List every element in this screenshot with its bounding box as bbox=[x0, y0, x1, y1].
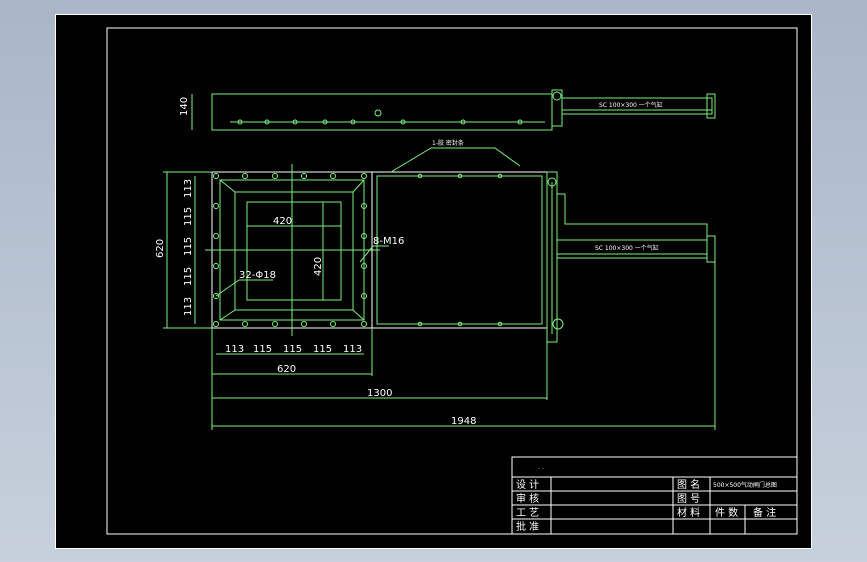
body-length-dim: 1300 bbox=[367, 388, 392, 399]
designer-label: 设 计 bbox=[516, 478, 539, 491]
material-label: 材 料 bbox=[677, 506, 700, 519]
quantity-label: 件 数 bbox=[715, 506, 738, 519]
bottom-pitch-4: 115 bbox=[313, 344, 332, 355]
bolt-holes-label: 8-M16 bbox=[373, 236, 404, 247]
inner-width-dim: 420 bbox=[273, 216, 292, 227]
drawing-no-label: 图 号 bbox=[677, 493, 700, 505]
flange-hole bbox=[361, 173, 367, 179]
left-pitch-4: 115 bbox=[183, 267, 194, 286]
flange-holes-label: 32-Φ18 bbox=[239, 270, 276, 281]
drawing-sheet[interactable]: SC 100×300 一个气缸 140 1-胶 密封条 SC 100×300 一… bbox=[55, 14, 812, 549]
seal-leader bbox=[390, 147, 521, 173]
flange-hole bbox=[272, 321, 278, 327]
drawing-name-label: 图 名 bbox=[677, 478, 700, 491]
bottom-pitch-3: 115 bbox=[283, 344, 302, 355]
overall-height-dim: 620 bbox=[155, 239, 166, 258]
bevel bbox=[219, 309, 236, 321]
gate-body bbox=[371, 171, 548, 329]
opening-inner bbox=[246, 201, 342, 301]
reviewer-label: 审 核 bbox=[516, 492, 539, 505]
flange-hole bbox=[213, 203, 219, 209]
flange-hole-leader bbox=[215, 279, 240, 297]
flange-hole bbox=[301, 321, 307, 327]
m16-leader bbox=[359, 245, 374, 263]
flange-hole bbox=[213, 321, 219, 327]
left-pitch-5: 113 bbox=[183, 297, 194, 316]
air-line bbox=[557, 193, 708, 238]
bottom-pitch-1: 113 bbox=[225, 344, 244, 355]
title-block-header-mark: · · bbox=[538, 466, 544, 473]
opening-outer bbox=[234, 191, 354, 311]
title-block: · · 设 计 审 核 工 艺 批 准 图 名 500×500气动闸门总图 图 … bbox=[511, 456, 798, 535]
approver-label: 批 准 bbox=[516, 520, 539, 533]
top-view: SC 100×300 一个气缸 140 bbox=[179, 89, 716, 131]
flange-hole bbox=[242, 321, 248, 327]
seal-note: 1-胶 密封条 bbox=[432, 139, 464, 147]
left-pitch-3: 115 bbox=[183, 237, 194, 256]
cad-viewport: SC 100×300 一个气缸 140 1-胶 密封条 SC 100×300 一… bbox=[0, 0, 867, 562]
flange-hole bbox=[330, 321, 336, 327]
title-block-frame bbox=[511, 456, 798, 535]
lifting-lug bbox=[374, 109, 382, 117]
side-cylinder-cap bbox=[706, 235, 716, 263]
bevel bbox=[219, 179, 236, 193]
drawing-name: 500×500气动闸门总图 bbox=[713, 481, 777, 489]
flange-hole bbox=[213, 173, 219, 179]
flange-hole bbox=[242, 173, 248, 179]
flange-width-dim: 620 bbox=[277, 364, 296, 375]
left-pitch-2: 115 bbox=[183, 207, 194, 226]
cad-drawing: SC 100×300 一个气缸 140 1-胶 密封条 SC 100×300 一… bbox=[55, 14, 812, 549]
process-label: 工 艺 bbox=[516, 507, 539, 519]
top-valve bbox=[552, 91, 562, 101]
side-cylinder-note: SC 100×300 一个气缸 bbox=[595, 244, 659, 252]
flange-hole bbox=[272, 173, 278, 179]
bottom-pitch-5: 113 bbox=[343, 344, 362, 355]
side-valve-bottom bbox=[552, 318, 564, 330]
drawing-frame bbox=[106, 27, 798, 535]
top-cylinder-note: SC 100×300 一个气缸 bbox=[599, 101, 663, 109]
sheet-border bbox=[55, 14, 812, 549]
front-view: 1-胶 密封条 SC 100×300 一个气缸 8-M16 32-Φ18 420… bbox=[155, 139, 716, 430]
remark-label: 备 注 bbox=[753, 506, 776, 519]
inner-height-dim: 420 bbox=[313, 257, 324, 276]
top-view-housing bbox=[211, 93, 553, 131]
bottom-pitch-2: 115 bbox=[253, 344, 272, 355]
top-height-dim: 140 bbox=[179, 97, 190, 116]
gate-body-bolts bbox=[417, 173, 503, 327]
flange-hole bbox=[213, 233, 219, 239]
bevel bbox=[352, 309, 365, 321]
flange-hole bbox=[361, 321, 367, 327]
gate-body-inner bbox=[376, 175, 543, 325]
flange-hole bbox=[301, 173, 307, 179]
left-pitch-1: 113 bbox=[183, 179, 194, 198]
overall-length-dim: 1948 bbox=[451, 416, 476, 427]
flange-hole bbox=[213, 263, 219, 269]
flange-hole bbox=[330, 173, 336, 179]
bevel bbox=[352, 179, 365, 193]
